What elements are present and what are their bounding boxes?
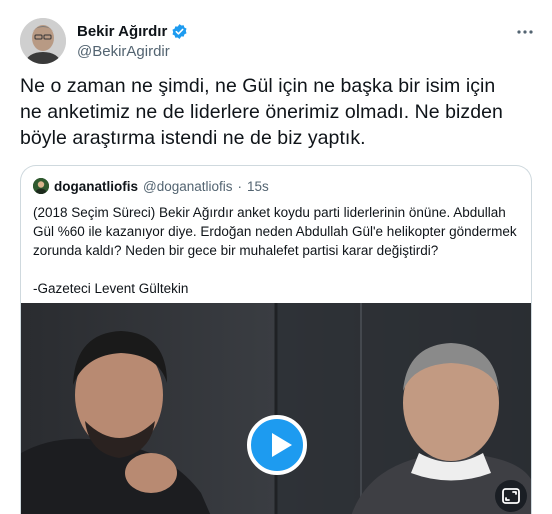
quoted-tweet-text: (2018 Seçim Süreci) Bekir Ağırdır anket … bbox=[33, 203, 517, 298]
tweet-text-line: ne anketimiz ne de liderlere önerimiz ol… bbox=[20, 101, 503, 123]
expand-icon[interactable] bbox=[495, 480, 527, 512]
tweet-text: Ne o zaman ne şimdi, ne Gül için ne başk… bbox=[20, 73, 540, 151]
video-still bbox=[21, 303, 531, 514]
quoted-author-avatar[interactable] bbox=[33, 178, 49, 194]
quoted-handle[interactable]: @doganatliofis bbox=[143, 179, 233, 194]
play-icon bbox=[272, 433, 292, 457]
quoted-text-line: Gül %60 ile kazanıyor diye. Erdoğan nede… bbox=[33, 224, 517, 239]
author-handle[interactable]: @BekirAgirdir bbox=[77, 43, 188, 60]
quoted-display-name[interactable]: doganatliofis bbox=[54, 179, 138, 194]
author-display-name[interactable]: Bekir Ağırdır bbox=[77, 23, 167, 40]
quoted-signature: -Gazeteci Levent Gültekin bbox=[33, 281, 189, 296]
verified-badge-icon bbox=[171, 23, 188, 40]
quoted-tweet-card[interactable]: doganatliofis @doganatliofis · 15s (2018… bbox=[20, 165, 532, 514]
quoted-tweet-header: doganatliofis @doganatliofis · 15s bbox=[33, 177, 269, 195]
play-button[interactable] bbox=[247, 415, 307, 475]
quoted-separator: · bbox=[237, 178, 243, 194]
quoted-text-line: zorunda kaldı? Neden bir gece bir muhale… bbox=[33, 243, 439, 258]
tweet-text-line: böyle araştırma istendi ne de biz yaptık… bbox=[20, 127, 366, 149]
video-thumbnail[interactable] bbox=[21, 303, 531, 514]
quoted-text-spacer bbox=[33, 260, 513, 279]
quoted-text-line: (2018 Seçim Süreci) Bekir Ağırdır anket … bbox=[33, 205, 506, 220]
quoted-timestamp[interactable]: 15s bbox=[247, 179, 269, 194]
author-avatar[interactable] bbox=[20, 18, 66, 64]
more-horizontal-icon[interactable] bbox=[516, 22, 534, 40]
tweet-text-line: Ne o zaman ne şimdi, ne Gül için ne başk… bbox=[20, 75, 496, 97]
tweet-header: Bekir Ağırdır @BekirAgirdir bbox=[20, 14, 540, 66]
